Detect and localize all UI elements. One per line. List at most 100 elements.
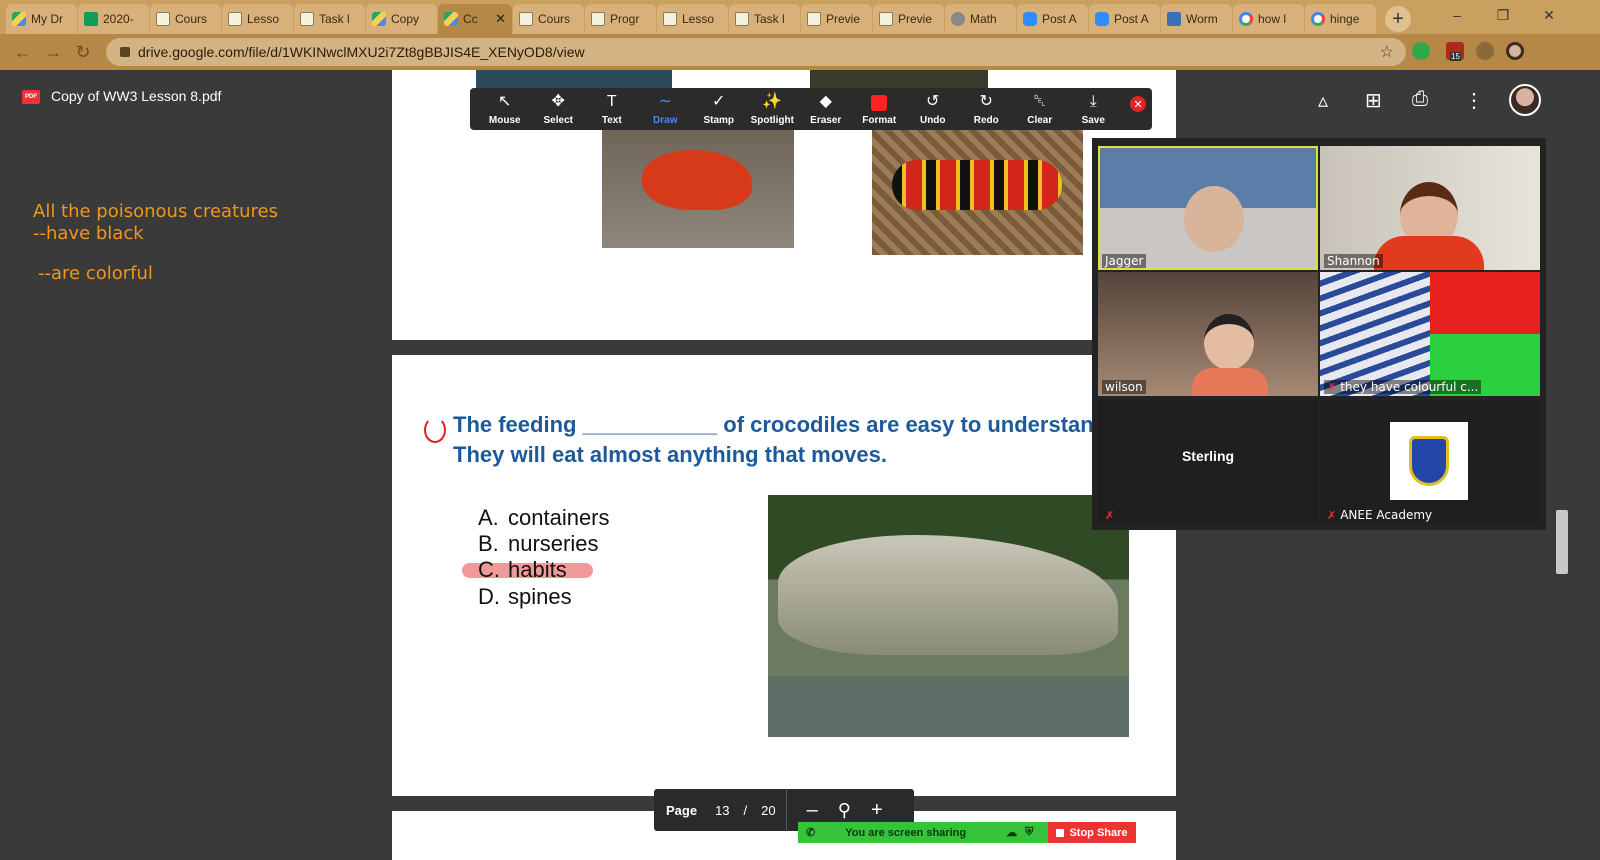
participant-tile[interactable]: Jagger xyxy=(1098,146,1318,270)
tool-label: Stamp xyxy=(703,114,735,126)
tool-stamp[interactable]: ✓ Stamp xyxy=(692,88,746,130)
share-handle-icon[interactable]: ✆ xyxy=(806,826,815,839)
add-to-drive-icon[interactable]: ▵ xyxy=(1318,88,1328,113)
muted-mic-icon: ✗ xyxy=(1105,509,1115,522)
browser-tab[interactable]: Progr xyxy=(585,4,656,34)
tab-label: Previe xyxy=(898,12,933,26)
forward-icon[interactable]: → xyxy=(38,42,68,63)
browser-tab[interactable]: Lesso xyxy=(222,4,293,34)
browser-tab[interactable]: Cours xyxy=(150,4,221,34)
wand-icon: ✨ xyxy=(762,92,783,110)
participant-tile[interactable]: Shannon xyxy=(1320,146,1540,270)
add-comment-icon[interactable]: ⊞ xyxy=(1365,88,1382,113)
minimize-button[interactable]: – xyxy=(1434,0,1480,30)
browser-tab[interactable]: Post A xyxy=(1017,4,1088,34)
participant-video xyxy=(1192,368,1268,396)
browser-tab[interactable]: Post A xyxy=(1089,4,1160,34)
extensions-puzzle-icon[interactable] xyxy=(1476,42,1494,60)
tool-mouse[interactable]: ↖ Mouse xyxy=(478,88,532,130)
tool-label: Format xyxy=(862,114,897,126)
zoom-out-button[interactable]: – xyxy=(797,799,828,822)
tab-label: Task l xyxy=(319,12,350,26)
tool-draw[interactable]: ∼ Draw xyxy=(639,88,693,130)
browser-tab[interactable]: how l xyxy=(1233,4,1304,34)
participant-tile[interactable]: ✗ ANEE Academy xyxy=(1320,400,1540,524)
browser-tab[interactable]: Previe xyxy=(873,4,944,34)
format-icon xyxy=(871,94,888,111)
browser-tab[interactable]: hinge xyxy=(1305,4,1376,34)
browser-tab[interactable]: Previe xyxy=(801,4,872,34)
browser-tab[interactable]: Cours xyxy=(513,4,584,34)
browser-tab[interactable]: Lesso xyxy=(657,4,728,34)
muted-mic-icon: ✗ xyxy=(1327,509,1337,522)
tool-select[interactable]: ✥ Select xyxy=(532,88,586,130)
new-tab-button[interactable]: + xyxy=(1385,6,1411,32)
tool-undo[interactable]: ↺ Undo xyxy=(906,88,960,130)
tab-label: Progr xyxy=(610,12,640,26)
tab-list: My Dr 2020- Cours Lesso Task l Copy Cc ✕ Cours Pr… xyxy=(6,4,1377,34)
stop-share-button[interactable]: Stop Share xyxy=(1048,822,1136,843)
participant-video xyxy=(1374,236,1484,270)
shield-icon: ⛨ xyxy=(1025,826,1034,838)
trash-icon: ␡ xyxy=(1033,92,1047,110)
participant-tile[interactable]: Sterling ✗ xyxy=(1098,400,1318,524)
doc-favicon-icon xyxy=(300,12,314,26)
more-options-icon[interactable]: ⋮ xyxy=(1464,88,1484,113)
back-icon[interactable]: ← xyxy=(8,42,38,63)
browser-tab[interactable]: My Dr xyxy=(6,4,77,34)
participant-tile[interactable]: wilson xyxy=(1098,272,1318,396)
close-annotation-icon[interactable]: ✕ xyxy=(1130,96,1146,112)
browser-tab[interactable]: Task l xyxy=(294,4,365,34)
tab-label: Task l xyxy=(754,12,785,26)
option-text: habits xyxy=(508,557,567,582)
extension-badge-icon[interactable]: 15 xyxy=(1446,42,1464,61)
page-image-fragment xyxy=(476,70,672,88)
browser-tab[interactable]: Task l xyxy=(729,4,800,34)
bookmark-star-icon[interactable]: ☆ xyxy=(1380,42,1394,62)
close-tab-icon[interactable]: ✕ xyxy=(495,11,506,27)
zoom-in-button[interactable]: + xyxy=(861,799,893,822)
browser-tab[interactable]: Worm xyxy=(1161,4,1232,34)
browser-tab[interactable]: Copy xyxy=(366,4,437,34)
page-current-input[interactable]: 13 xyxy=(715,803,729,818)
tool-eraser[interactable]: ◆ Eraser xyxy=(799,88,853,130)
share-status[interactable]: ✆ You are screen sharing ☁ ⛨ xyxy=(798,822,1048,843)
doc-favicon-icon xyxy=(807,12,821,26)
profile-avatar[interactable] xyxy=(1506,42,1524,60)
cloud-icon: ☁ xyxy=(1006,827,1018,839)
browser-tab-strip: My Dr 2020- Cours Lesso Task l Copy Cc ✕ Cours Pr… xyxy=(0,0,1600,34)
extension-chat-icon[interactable] xyxy=(1412,42,1430,60)
question-text: The feeding ___________ of crocodiles ar… xyxy=(453,410,1093,470)
doc-favicon-icon xyxy=(591,12,605,26)
option-text: containers xyxy=(508,505,610,530)
tab-label: Lesso xyxy=(682,12,715,26)
tool-redo[interactable]: ↻ Redo xyxy=(960,88,1014,130)
tool-format[interactable]: Format xyxy=(853,88,907,130)
tool-spotlight[interactable]: ✨ Spotlight xyxy=(746,88,800,130)
browser-tab[interactable]: Cc ✕ xyxy=(438,4,512,34)
close-window-button[interactable]: ✕ xyxy=(1526,0,1572,30)
address-toolbar: ← → ↻ drive.google.com/file/d/1WKINwclMX… xyxy=(0,34,1600,70)
participant-name: Jagger xyxy=(1102,254,1147,268)
print-icon[interactable]: ⎙ xyxy=(1412,88,1428,111)
file-title: Copy of WW3 Lesson 8.pdf xyxy=(51,88,222,104)
check-icon: ✓ xyxy=(712,92,726,110)
tool-text[interactable]: T Text xyxy=(585,88,639,130)
tool-clear[interactable]: ␡ Clear xyxy=(1013,88,1067,130)
reload-icon[interactable]: ↻ xyxy=(68,42,98,63)
doc-favicon-icon xyxy=(156,12,170,26)
address-bar[interactable]: drive.google.com/file/d/1WKINwclMXU2i7Zt… xyxy=(106,38,1406,66)
tool-label: Eraser xyxy=(810,114,842,126)
participant-name: they have colourful c... xyxy=(1340,380,1479,394)
participant-tile[interactable]: ✗ they have colourful c... xyxy=(1320,272,1540,396)
answer-option: A. containers xyxy=(478,505,610,531)
browser-tab[interactable]: 2020- xyxy=(78,4,149,34)
annotation-line: All the poisonous creatures xyxy=(33,201,278,222)
restore-button[interactable]: ❐ xyxy=(1480,0,1526,30)
zoom-favicon-icon xyxy=(1095,12,1109,26)
page-scrollbar-thumb[interactable] xyxy=(1556,510,1568,574)
google-favicon-icon xyxy=(1239,12,1253,26)
account-avatar[interactable] xyxy=(1509,84,1541,116)
tool-save[interactable]: ⤓ Save xyxy=(1067,88,1121,130)
browser-tab[interactable]: Math xyxy=(945,4,1016,34)
